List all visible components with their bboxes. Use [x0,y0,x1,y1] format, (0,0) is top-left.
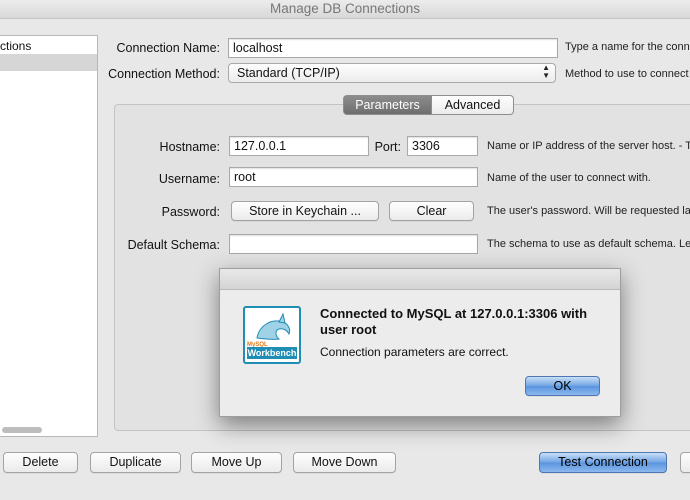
delete-button[interactable]: Delete [3,452,78,473]
connections-list-selected-row[interactable] [0,54,97,71]
default-schema-input[interactable] [229,234,478,254]
dialog-heading: Connected to MySQL at 127.0.0.1:3306 wit… [320,306,588,337]
connections-list-header[interactable]: ctions [0,36,97,55]
duplicate-button[interactable]: Duplicate [90,452,181,473]
connection-method-help: Method to use to connect to [565,68,690,80]
connection-method-select[interactable]: Standard (TCP/IP) ▲ ▼ [228,63,556,83]
store-in-keychain-button[interactable]: Store in Keychain ... [231,201,379,221]
mysql-workbench-icon: MySQL Workbench [243,306,301,364]
connection-success-dialog: MySQL Workbench Connected to MySQL at 12… [219,268,621,417]
window-titlebar: Manage DB Connections [0,0,690,19]
username-input[interactable]: root [229,167,478,187]
ok-button[interactable]: OK [525,376,600,396]
connection-name-help: Type a name for the conn [565,41,690,53]
close-button-partial[interactable] [680,452,690,473]
connections-header-label: ctions [0,39,32,53]
window-title: Manage DB Connections [269,1,421,16]
hostname-input[interactable]: 127.0.0.1 [229,136,369,156]
dialog-titlebar [220,269,620,290]
icon-text-main: Workbench [247,347,297,359]
connection-name-label: Connection Name: [116,41,220,55]
connection-method-value: Standard (TCP/IP) [237,66,340,80]
hostname-label: Hostname: [159,140,220,154]
default-schema-label: Default Schema: [127,238,220,252]
dialog-message: Connection parameters are correct. [320,345,509,359]
move-up-button[interactable]: Move Up [191,452,282,473]
username-label: Username: [158,172,220,186]
port-input[interactable]: 3306 [407,136,478,156]
connections-list-scrollbar[interactable] [2,427,42,433]
connection-method-label: Connection Method: [108,67,220,81]
connection-name-input[interactable]: localhost [228,38,558,58]
move-down-button[interactable]: Move Down [293,452,396,473]
tab-advanced[interactable]: Advanced [432,95,514,115]
username-help: Name of the user to connect with. [487,172,651,184]
select-arrows-icon: ▲ ▼ [542,63,550,80]
clear-password-button[interactable]: Clear [389,201,474,221]
test-connection-button[interactable]: Test Connection [539,452,667,473]
password-label: Password: [161,205,220,219]
connections-list[interactable]: ctions [0,35,98,437]
password-help: The user's password. Will be requested l… [487,205,690,217]
hostname-help: Name or IP address of the server host. -… [487,140,690,152]
tab-parameters[interactable]: Parameters [343,95,432,115]
port-label: Port: [374,140,401,154]
default-schema-help: The schema to use as default schema. Lea… [487,238,690,250]
